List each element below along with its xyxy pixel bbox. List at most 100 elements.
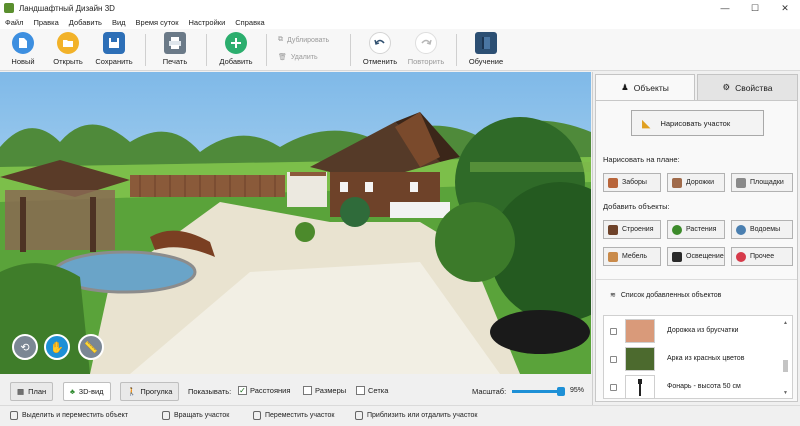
book-icon <box>475 32 497 54</box>
furniture-icon <box>608 251 618 262</box>
ruler-icon: 📏 <box>84 341 98 354</box>
menu-add[interactable]: Добавить <box>64 18 107 27</box>
mouse-left-icon <box>10 411 18 420</box>
learn-button[interactable]: Обучение <box>464 32 508 66</box>
menu-edit[interactable]: Правка <box>28 18 63 27</box>
list-item[interactable]: Дорожка из брусчатки <box>604 318 774 344</box>
lock-icon[interactable] <box>610 383 617 391</box>
draw-area-button[interactable]: ◣ Нарисовать участок <box>631 110 764 136</box>
trash-icon: 🗑 <box>278 54 287 61</box>
platform-icon <box>736 177 746 188</box>
list-scrollbar[interactable]: ▲ ▼ <box>783 320 788 396</box>
distances-checkbox[interactable]: ✓ Расстояния <box>238 386 290 395</box>
open-button[interactable]: Открыть <box>46 32 90 66</box>
scale-slider[interactable] <box>512 387 566 396</box>
panel-body: ◣ Нарисовать участок Нарисовать на плане… <box>595 100 798 402</box>
other-button[interactable]: Прочее <box>731 247 793 266</box>
draw-on-plan-heading: Нарисовать на плане: <box>603 155 680 164</box>
plant-icon <box>672 224 682 235</box>
lock-icon[interactable] <box>610 355 617 363</box>
mouse-right-icon <box>162 411 170 420</box>
tree-icon: ♣ <box>70 387 75 396</box>
duplicate-button[interactable]: ⧉ Дублировать <box>278 36 329 44</box>
undo-icon <box>369 32 391 54</box>
other-icon <box>736 251 746 262</box>
platforms-button[interactable]: Площадки <box>731 173 793 192</box>
tab-walk[interactable]: 🚶 Прогулка <box>120 382 180 401</box>
objects-panel: ♟ Объекты ⚙ Свойства ◣ Нарисовать участо… <box>592 72 800 405</box>
house-icon <box>608 224 618 235</box>
fences-button[interactable]: Заборы <box>603 173 661 192</box>
ponds-button[interactable]: Водоемы <box>731 220 793 239</box>
window-title: Ландшафтный Дизайн 3D <box>19 3 115 13</box>
slider-thumb[interactable] <box>557 387 566 396</box>
layers-icon: ≋ <box>610 292 616 299</box>
tab-3d-view[interactable]: ♣ 3D-вид <box>63 382 111 401</box>
minimize-button[interactable]: — <box>710 0 740 16</box>
scale-label: Масштаб: <box>472 387 507 396</box>
hand-icon: ✋ <box>50 341 64 354</box>
close-button[interactable]: ✕ <box>770 0 800 16</box>
folder-icon <box>57 32 79 54</box>
print-button[interactable]: Печать <box>153 32 197 66</box>
pan-hand-button[interactable]: ✋ <box>44 334 70 360</box>
delete-button[interactable]: 🗑 Удалить <box>278 53 318 62</box>
checkmark-icon: ✓ <box>238 386 247 395</box>
toolbar: Новый Открыть Сохранить Печать Добавить … <box>0 29 800 71</box>
measure-button[interactable]: 📏 <box>78 334 104 360</box>
status-select: Выделить и переместить объект <box>10 411 128 420</box>
floppy-icon <box>103 32 125 54</box>
draw-area-icon: ◣ <box>642 117 651 130</box>
buildings-button[interactable]: Строения <box>603 220 661 239</box>
menu-settings[interactable]: Настройки <box>183 18 230 27</box>
printer-icon <box>164 32 186 54</box>
status-rotate: Вращать участок <box>162 411 229 420</box>
menu-help[interactable]: Справка <box>230 18 269 27</box>
tab-properties[interactable]: ⚙ Свойства <box>697 74 798 100</box>
status-zoom: Приблизить или отдалить участок <box>355 411 477 420</box>
view-bar: ▦ План ♣ 3D-вид 🚶 Прогулка Показывать: ✓… <box>0 374 591 405</box>
plus-icon <box>225 32 247 54</box>
furniture-button[interactable]: Мебель <box>603 247 661 266</box>
menu-file[interactable]: Файл <box>0 18 28 27</box>
app-logo-icon <box>4 3 14 13</box>
add-button[interactable]: Добавить <box>214 32 258 66</box>
status-bar: Выделить и переместить объект Вращать уч… <box>0 405 800 426</box>
redo-icon <box>415 32 437 54</box>
new-button[interactable]: Новый <box>1 32 45 66</box>
objects-icon: ♟ <box>621 82 629 92</box>
plan-icon: ▦ <box>17 387 25 396</box>
pond-icon <box>736 224 746 235</box>
grid-checkbox[interactable]: Сетка <box>356 386 388 395</box>
arch-thumbnail <box>625 347 655 371</box>
list-item[interactable]: Арка из красных цветов <box>604 346 774 372</box>
sizes-checkbox[interactable]: Размеры <box>303 386 346 395</box>
redo-button[interactable]: Повторить <box>404 32 448 66</box>
show-label: Показывать: <box>188 387 232 396</box>
undo-button[interactable]: Отменить <box>358 32 402 66</box>
lock-icon[interactable] <box>610 327 617 335</box>
new-file-icon <box>12 32 34 54</box>
maximize-button[interactable]: ☐ <box>740 0 770 16</box>
mouse-middle-icon <box>253 411 261 420</box>
list-item[interactable]: Фонарь - высота 50 см <box>604 374 774 400</box>
menu-bar: Файл Правка Добавить Вид Время суток Нас… <box>0 16 800 29</box>
plants-button[interactable]: Растения <box>667 220 725 239</box>
list-heading: ≋ Список добавленных объектов <box>610 291 722 300</box>
rotate-icon: ⟲ <box>20 341 30 354</box>
walk-icon: 🚶 <box>127 387 137 396</box>
lighting-button[interactable]: Освещение <box>667 247 725 266</box>
tab-objects[interactable]: ♟ Объекты <box>595 74 695 100</box>
3d-viewport[interactable]: ⟲ ✋ 📏 <box>0 72 591 374</box>
save-button[interactable]: Сохранить <box>92 32 136 66</box>
menu-time-of-day[interactable]: Время суток <box>131 18 184 27</box>
add-objects-heading: Добавить объекты: <box>603 202 670 211</box>
rotate-view-button[interactable]: ⟲ <box>12 334 38 360</box>
lamp-thumbnail <box>625 375 655 399</box>
title-bar: Ландшафтный Дизайн 3D — ☐ ✕ <box>0 0 800 16</box>
paths-button[interactable]: Дорожки <box>667 173 725 192</box>
tab-plan[interactable]: ▦ План <box>10 382 54 401</box>
menu-view[interactable]: Вид <box>107 18 131 27</box>
status-move: Переместить участок <box>253 411 334 420</box>
added-objects-list[interactable]: Дорожка из брусчатки Арка из красных цве… <box>603 315 793 399</box>
